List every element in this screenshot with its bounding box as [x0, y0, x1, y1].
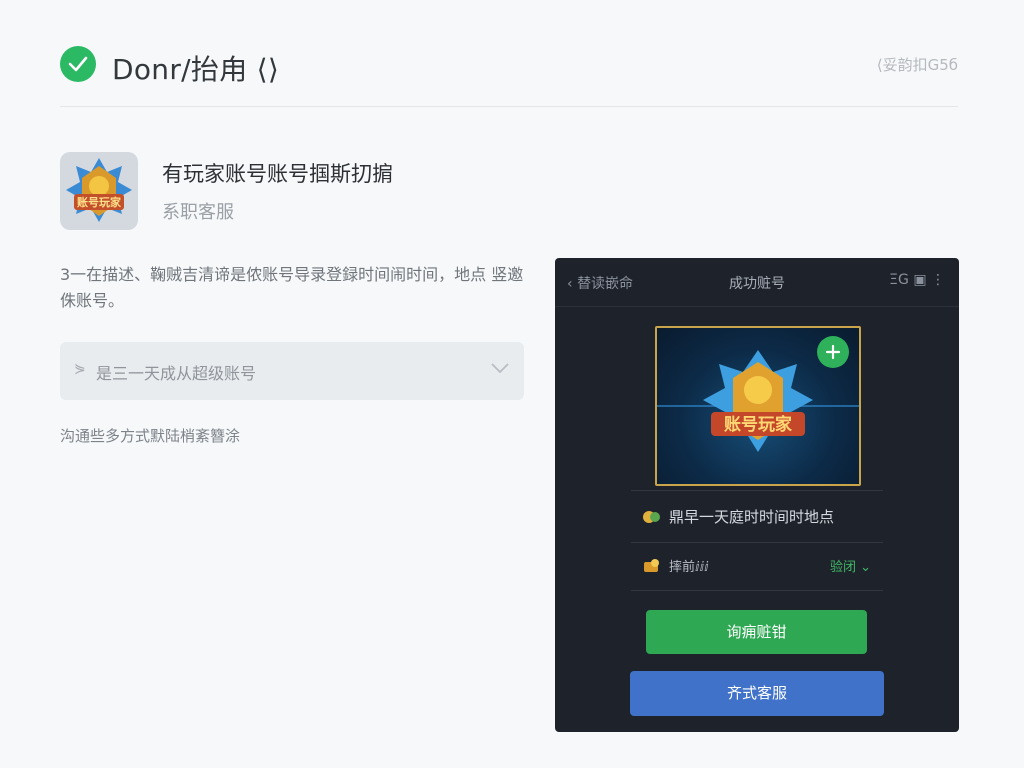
contact-support-button[interactable]: 齐式客服: [630, 671, 884, 716]
info-row: 鼎早一天庭时时间时地点: [643, 506, 834, 527]
page-title: Donr/抬甪 ⟨⟩: [112, 53, 280, 86]
chevron-down-icon: [490, 360, 510, 379]
phone-right-label: ΞG: [889, 272, 909, 288]
banner-text: 账号玩家: [724, 414, 792, 435]
confirm-button[interactable]: 询痈赃钳: [646, 610, 867, 654]
header-meta[interactable]: ⟨妥韵扣G5б: [877, 54, 958, 75]
divider: [631, 542, 883, 543]
contact-note: 沟通些多方式默陆梢紊簪涂: [60, 427, 241, 445]
window-icon: ▣: [913, 272, 927, 288]
app-icon: 账号玩家: [60, 152, 138, 230]
status-text: 验闭: [829, 560, 856, 575]
plus-icon: [825, 344, 841, 360]
arrow-right-icon: ⋟: [74, 361, 86, 377]
phone-preview: ‹ 替读嵌命 成功赃号 ΞG ▣ ⋮ 账号玩家 鼎早一天庭时时间时地点 摔前ⅈⅈ…: [555, 258, 959, 732]
app-icon-text: 账号玩家: [77, 195, 122, 209]
check-circle-icon: [60, 46, 96, 82]
divider: [631, 590, 883, 591]
game-avatar-icon: [643, 509, 661, 525]
phone-topbar: ‹ 替读嵌命 成功赃号 ΞG ▣ ⋮: [555, 258, 959, 307]
account-select[interactable]: ⋟ 是三一天成从超级账号: [60, 342, 524, 400]
add-button[interactable]: [817, 336, 849, 368]
status-row-text: 摔前ⅈⅈⅈ: [669, 560, 709, 575]
status-verified[interactable]: 验闭 ⌄: [830, 556, 871, 575]
select-value: 是三一天成从超级账号: [96, 364, 257, 383]
description-text: 3一在描述、鞠贼吉清谛是侬账号导录登録时间闹时间，地点 竖邀侏账号。: [60, 265, 524, 310]
app-subtitle: 系职客服: [162, 202, 234, 223]
divider: [631, 490, 883, 491]
more-icon: ⋮: [931, 272, 945, 288]
app-name: 有玩家账号账号掴斯㧅掮: [162, 162, 393, 186]
info-row-text: 鼎早一天庭时时间时地点: [669, 508, 835, 526]
coin-icon: [643, 558, 661, 574]
header: Donr/抬甪 ⟨⟩ ⟨妥韵扣G5б: [60, 44, 958, 88]
chevron-down-icon: ⌄: [860, 560, 871, 575]
page: Donr/抬甪 ⟨⟩ ⟨妥韵扣G5б 账号玩家 有玩家账号账号掴斯㧅掮 系职客服…: [0, 0, 1024, 768]
divider: [60, 106, 958, 107]
phone-menu[interactable]: ΞG ▣ ⋮: [889, 272, 945, 288]
status-row-label: 摔前ⅈⅈⅈ: [643, 556, 709, 575]
